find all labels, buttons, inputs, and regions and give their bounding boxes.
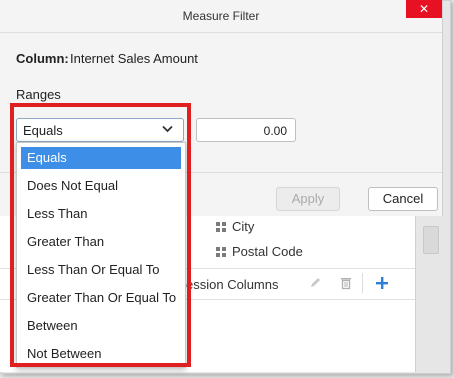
highlight-annotation-box bbox=[10, 103, 191, 367]
edit-icon[interactable] bbox=[308, 276, 322, 290]
ranges-label: Ranges bbox=[16, 87, 61, 102]
grid-icon bbox=[216, 222, 226, 232]
dialog-title: Measure Filter bbox=[182, 9, 260, 23]
apply-button[interactable]: Apply bbox=[276, 187, 340, 211]
cancel-button[interactable]: Cancel bbox=[368, 187, 438, 211]
trash-icon[interactable] bbox=[339, 276, 353, 290]
field-city[interactable]: City bbox=[232, 219, 254, 234]
grid-icon bbox=[216, 247, 226, 257]
column-label: Column: bbox=[16, 51, 69, 66]
toolbar-separator bbox=[362, 273, 363, 293]
scroll-handle[interactable] bbox=[423, 226, 439, 254]
field-postal-code[interactable]: Postal Code bbox=[232, 244, 303, 259]
section-title: ession Columns bbox=[186, 277, 279, 292]
dialog-titlebar: Measure Filter bbox=[0, 0, 442, 33]
close-icon[interactable]: ✕ bbox=[406, 0, 442, 18]
column-value: Internet Sales Amount bbox=[70, 51, 198, 66]
value-input[interactable]: 0.00 bbox=[196, 118, 296, 142]
add-icon[interactable] bbox=[375, 276, 389, 290]
